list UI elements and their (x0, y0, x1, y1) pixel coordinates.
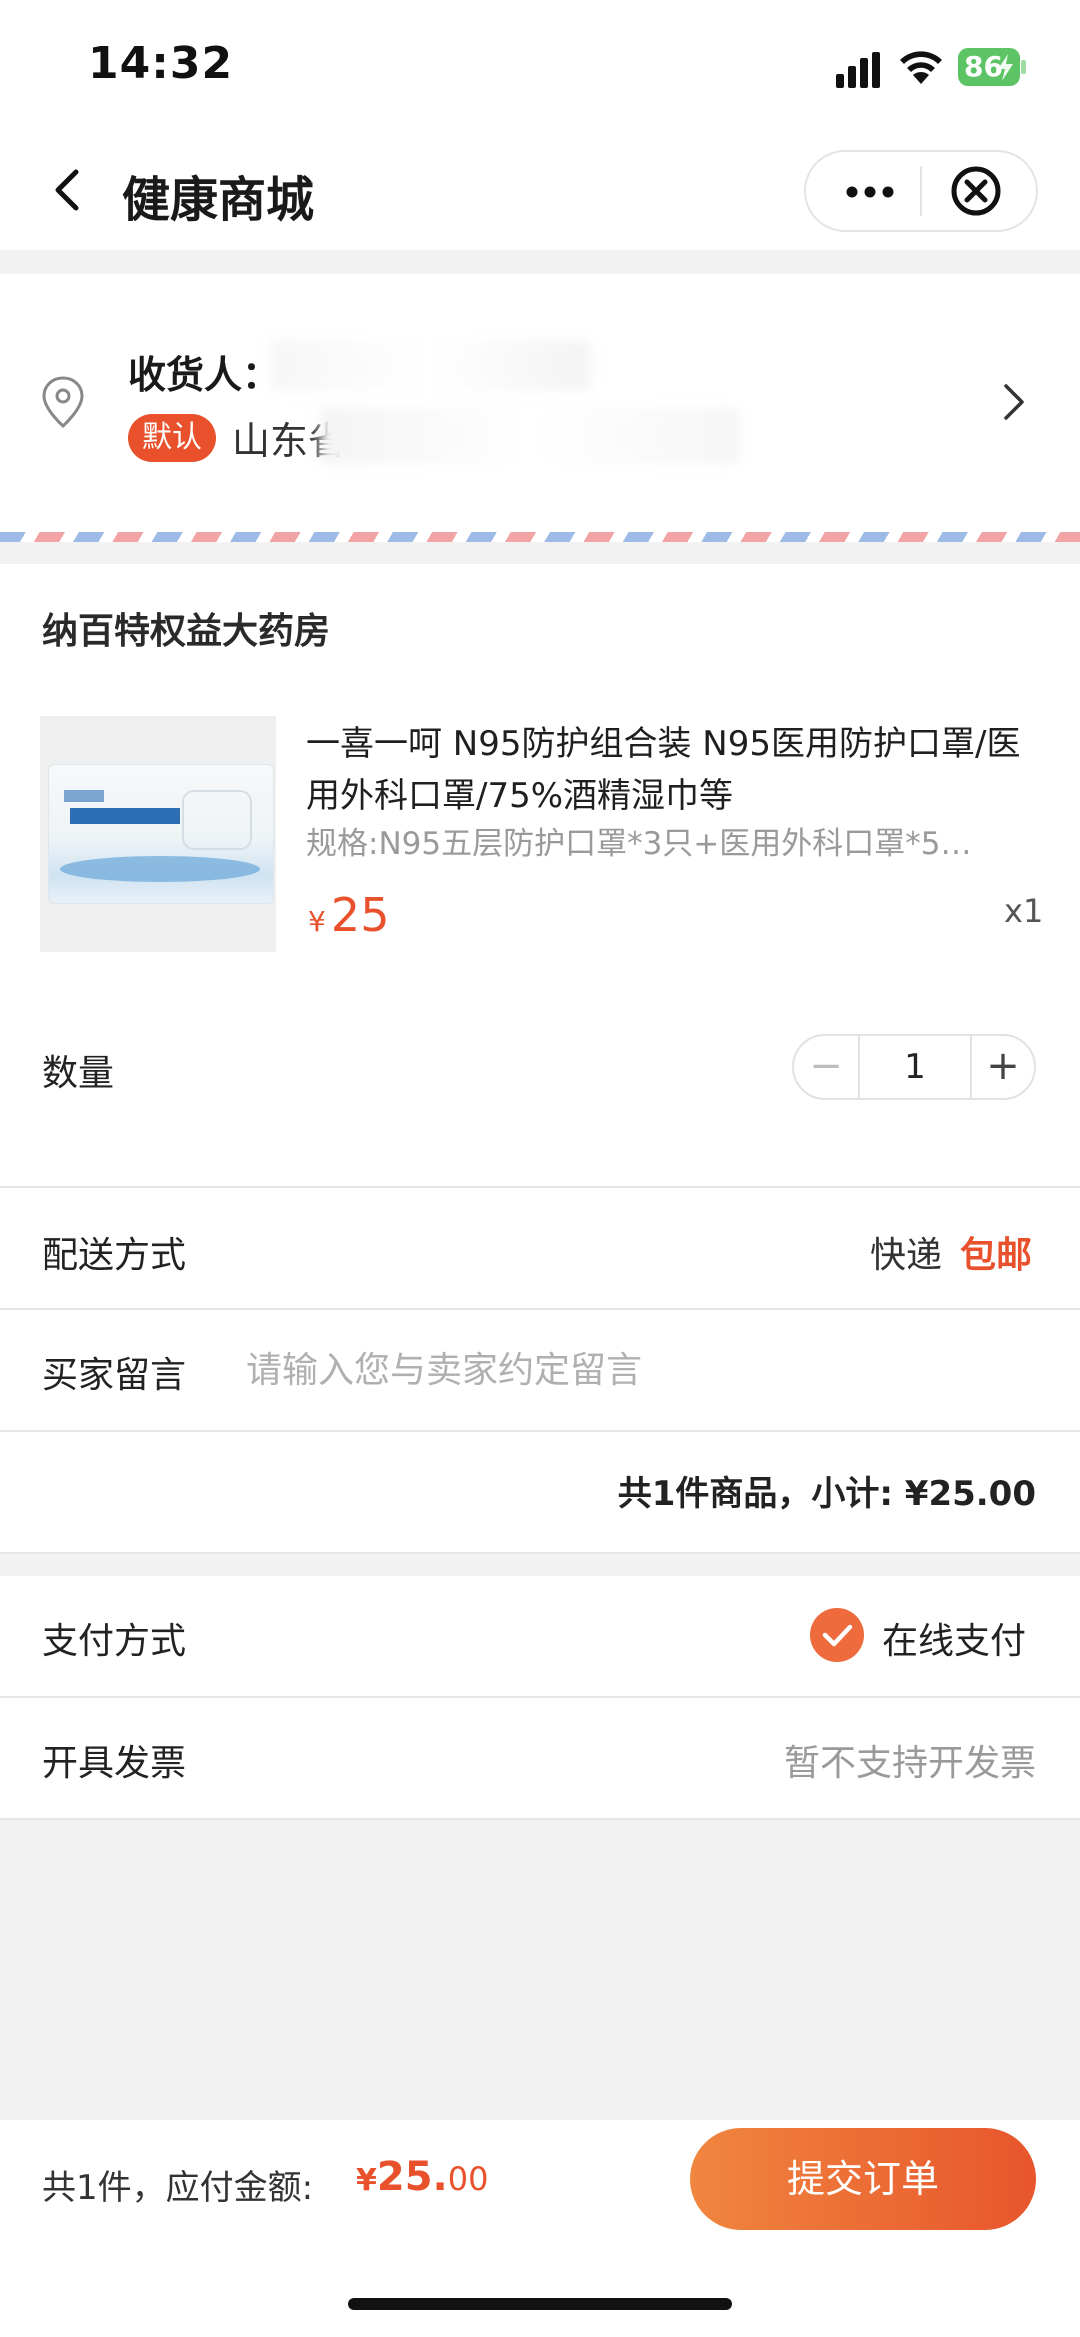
decrease-button[interactable]: − (794, 1036, 858, 1098)
status-time: 14:32 (88, 38, 234, 89)
more-icon[interactable] (830, 172, 910, 212)
increase-button[interactable]: + (972, 1036, 1034, 1098)
chevron-right-icon[interactable] (996, 380, 1032, 424)
battery-level: 86 (964, 50, 1003, 83)
envelope-stripe-divider (0, 532, 1080, 542)
default-address-badge: 默认 (128, 414, 216, 462)
mask-illustration (182, 790, 252, 850)
package-title-band (70, 808, 180, 824)
home-indicator (348, 2298, 732, 2310)
payable-summary: 共1件，应付金额: (42, 2168, 314, 2208)
delivery-method: 快递 (870, 1235, 943, 1276)
address-redacted (320, 408, 740, 464)
payable-amount: ¥25.00 (356, 2154, 488, 2200)
price-currency: ¥ (308, 905, 326, 938)
store-name[interactable]: 纳百特权益大药房 (42, 602, 330, 654)
free-shipping-text: 包邮 (960, 1235, 1033, 1276)
message-label: 买家留言 (42, 1355, 187, 1396)
divider (0, 1552, 1080, 1554)
amount-currency: ¥ (356, 2163, 377, 2198)
divider (0, 1818, 1080, 1820)
checkmark-icon[interactable] (810, 1608, 864, 1662)
quantity-label: 数量 (42, 1053, 115, 1094)
product-count: x1 (1004, 892, 1044, 930)
payment-method[interactable]: 在线支付 (882, 1612, 1026, 1664)
product-spec: 规格:N95五层防护口罩*3只+医用外科口罩*5… (306, 826, 972, 862)
package-logo (64, 790, 104, 802)
wifi-icon (900, 51, 942, 84)
subtotal-text: 共1件商品，小计: ¥25.00 (617, 1474, 1036, 1514)
delivery-label: 配送方式 (42, 1235, 187, 1276)
page-title: 健康商城 (122, 172, 315, 228)
invoice-status: 暂不支持开发票 (783, 1743, 1036, 1784)
capsule-divider (920, 166, 922, 216)
amount-integer: 25. (376, 2154, 448, 2200)
location-pin-icon (42, 376, 84, 429)
product-title[interactable]: 一喜一呵 N95防护组合装 N95医用防护口罩/医用外科口罩/75%酒精湿巾等 (306, 718, 1036, 822)
submit-order-button[interactable]: 提交订单 (690, 2128, 1036, 2230)
receiver-name-redacted (270, 340, 590, 390)
back-arrow-icon[interactable] (40, 162, 96, 218)
close-icon[interactable] (946, 161, 1006, 221)
cellular-signal-icon (836, 52, 880, 88)
payment-label: 支付方式 (42, 1621, 187, 1662)
amount-decimal: 00 (447, 2160, 489, 2198)
invoice-label: 开具发票 (42, 1743, 187, 1784)
package-wave (60, 856, 260, 882)
address-card[interactable] (0, 274, 1080, 536)
quantity-value[interactable]: 1 (860, 1036, 970, 1098)
buyer-message-input[interactable] (246, 1342, 1026, 1398)
product-price: ¥ 25 (308, 888, 389, 942)
battery-icon: 86 (958, 48, 1026, 86)
price-value: 25 (330, 888, 390, 942)
receiver-label: 收货人： (128, 353, 281, 397)
